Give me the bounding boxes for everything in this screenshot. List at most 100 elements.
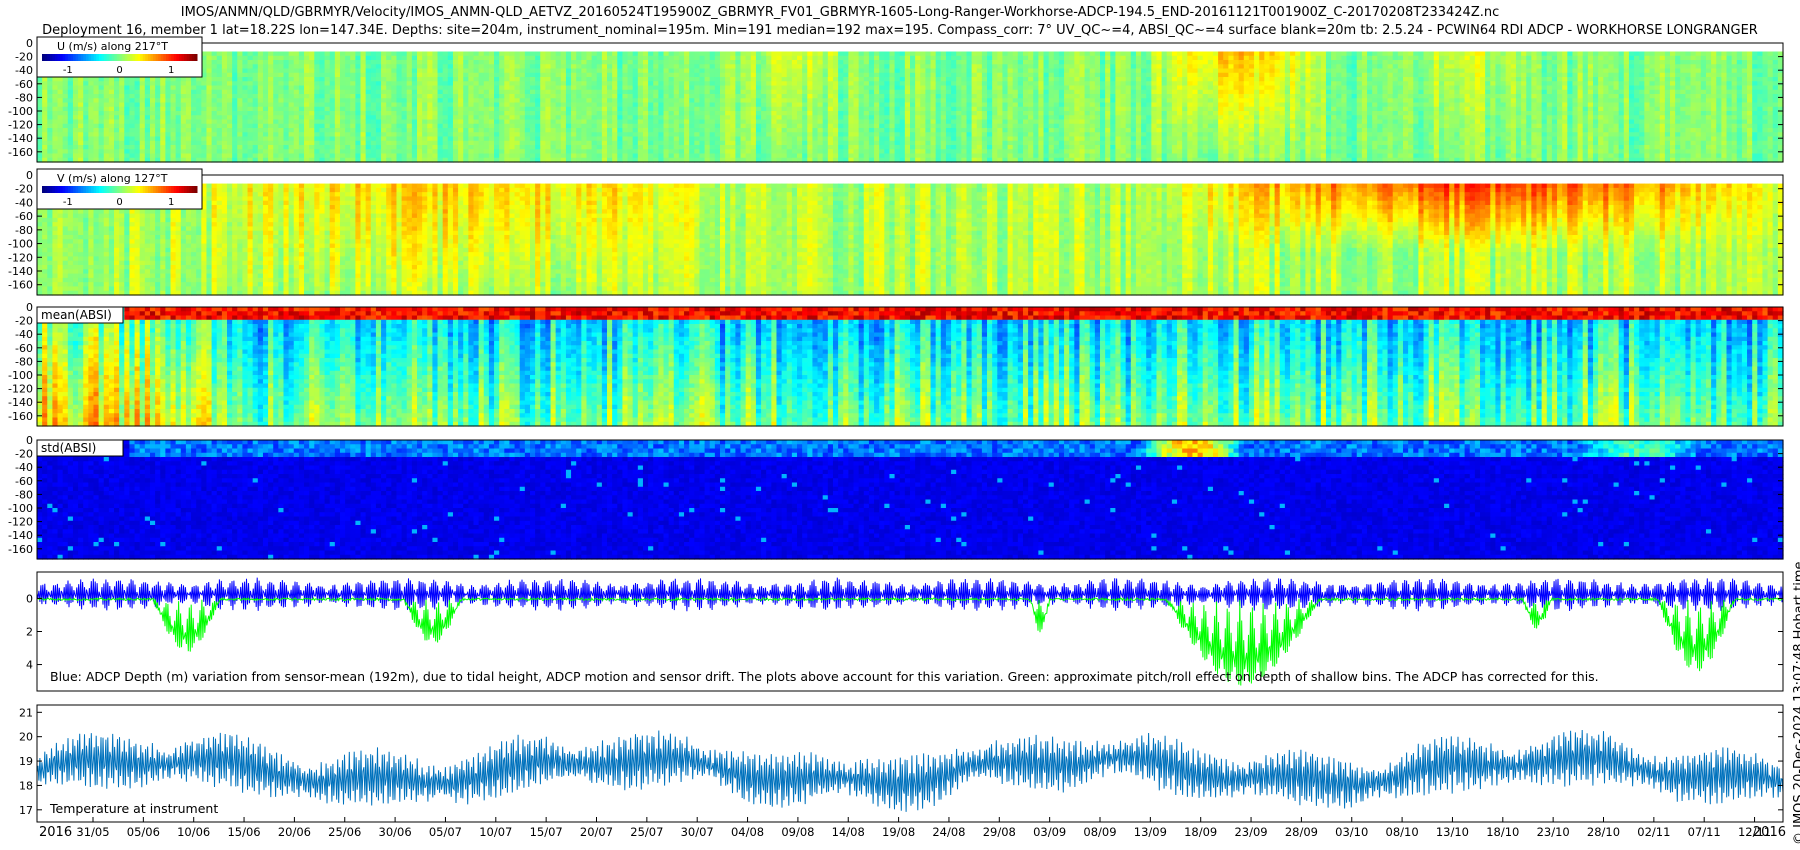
heatmap-cell <box>653 72 659 78</box>
heatmap-cell <box>273 153 279 159</box>
heatmap-cell <box>119 98 125 104</box>
heatmap-cell <box>360 68 367 74</box>
heatmap-cell <box>838 128 844 133</box>
heatmap-cell <box>98 111 105 116</box>
heatmap-cell <box>83 123 89 129</box>
heatmap-cell <box>83 85 89 91</box>
heatmap-cell <box>740 119 747 125</box>
heatmap-cell <box>488 51 495 57</box>
heatmap-cell <box>719 60 726 65</box>
heatmap-cell <box>709 68 716 74</box>
heatmap-cell <box>432 51 439 57</box>
heatmap-cell <box>709 102 716 108</box>
heatmap-cell <box>576 153 582 159</box>
heatmap-cell <box>283 132 290 138</box>
heatmap-cell <box>309 128 315 133</box>
heatmap-cell <box>915 51 921 57</box>
heatmap-cell <box>1012 102 1019 108</box>
heatmap-cell <box>940 106 947 112</box>
heatmap-cell <box>242 72 249 78</box>
heatmap-cell <box>966 98 973 104</box>
heatmap-cell <box>719 140 726 146</box>
heatmap-cell <box>216 136 223 142</box>
heatmap-cell <box>637 89 644 95</box>
heatmap-cell <box>432 136 439 142</box>
heatmap-cell <box>304 140 310 146</box>
heatmap-cell <box>375 149 382 155</box>
heatmap-cell <box>437 72 444 78</box>
heatmap-cell <box>129 102 136 108</box>
heatmap-cell <box>293 102 300 108</box>
heatmap-cell <box>642 119 649 125</box>
heatmap-cell <box>704 136 711 142</box>
heatmap-cell <box>165 145 172 150</box>
heatmap-cell <box>221 85 228 91</box>
heatmap-cell <box>714 64 721 70</box>
heatmap-cell <box>956 68 962 74</box>
heatmap-cell <box>298 60 305 65</box>
heatmap-cell <box>550 98 557 104</box>
heatmap-cell <box>601 94 608 99</box>
heatmap-cell <box>704 89 711 95</box>
heatmap-cell <box>899 94 906 99</box>
heatmap-cell <box>678 98 685 104</box>
heatmap-cell <box>761 149 767 155</box>
heatmap-cell <box>98 123 105 129</box>
heatmap-cell <box>966 106 973 112</box>
heatmap-cell <box>653 64 659 70</box>
heatmap-cell <box>232 123 238 129</box>
heatmap-cell <box>509 128 516 133</box>
heatmap-cell <box>247 128 254 133</box>
heatmap-cell <box>273 64 279 70</box>
heatmap-cell <box>812 85 819 91</box>
heatmap-cell <box>997 128 1004 133</box>
heatmap-cell <box>447 81 454 87</box>
heatmap-cell <box>37 153 43 159</box>
heatmap-cell <box>581 119 588 125</box>
heatmap-cell <box>940 123 947 129</box>
heatmap-cell <box>755 77 762 82</box>
heatmap-cell <box>211 128 218 133</box>
heatmap-cell <box>894 64 901 70</box>
heatmap-cell <box>381 72 387 78</box>
heatmap-cell <box>699 132 706 138</box>
heatmap-cell <box>694 115 701 121</box>
heatmap-cell <box>935 98 942 104</box>
heatmap-cell <box>478 153 485 159</box>
heatmap-cell <box>252 102 259 108</box>
heatmap-cell <box>288 72 295 78</box>
heatmap-cell <box>406 60 413 65</box>
heatmap-cell <box>627 102 634 108</box>
heatmap-cell <box>612 115 618 121</box>
heatmap-cell <box>745 128 752 133</box>
heatmap-cell <box>216 85 223 91</box>
heatmap-cell <box>529 111 536 116</box>
heatmap-cell <box>535 145 541 150</box>
heatmap-cell <box>884 111 891 116</box>
heatmap-cell <box>817 119 824 125</box>
heatmap-cell <box>535 123 541 129</box>
heatmap-cell <box>802 85 808 91</box>
heatmap-cell <box>67 115 74 121</box>
heatmap-cell <box>966 149 973 155</box>
heatmap-cell <box>514 64 521 70</box>
heatmap-cell <box>360 145 367 150</box>
heatmap-cell <box>863 89 870 95</box>
heatmap-cell <box>642 77 649 82</box>
heatmap-cell <box>817 60 824 65</box>
heatmap-cell <box>288 81 295 87</box>
heatmap-cell <box>894 85 901 91</box>
heatmap-cell <box>62 102 69 108</box>
heatmap-cell <box>283 140 290 146</box>
heatmap-cell <box>848 102 855 108</box>
heatmap-cell <box>196 89 202 95</box>
heatmap-cell <box>673 106 680 112</box>
heatmap-cell <box>314 111 321 116</box>
heatmap-cell <box>545 60 552 65</box>
heatmap-cell <box>52 85 59 91</box>
heatmap-cell <box>319 115 326 121</box>
heatmap-cell <box>684 132 690 138</box>
heatmap-cell <box>771 149 778 155</box>
heatmap-cell <box>149 153 156 159</box>
heatmap-cell <box>370 115 377 121</box>
